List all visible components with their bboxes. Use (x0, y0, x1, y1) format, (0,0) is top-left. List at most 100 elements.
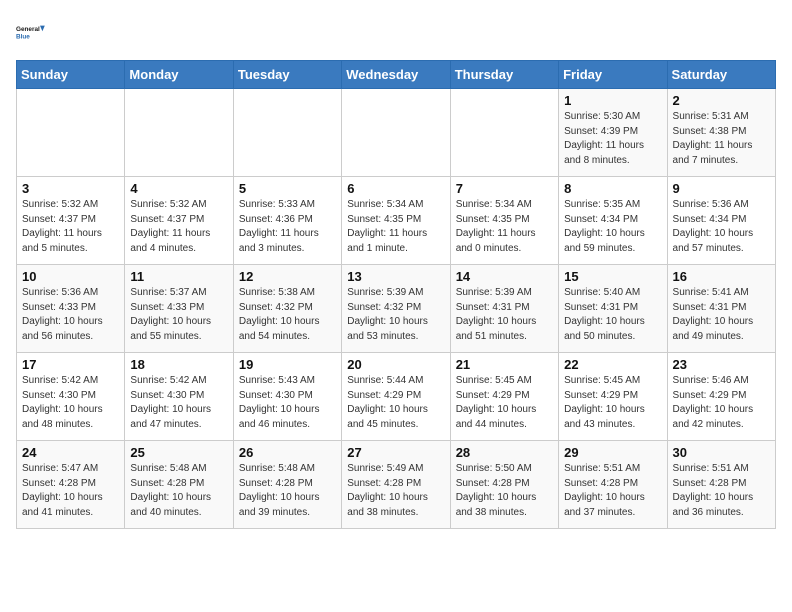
calendar-cell: 28 Sunrise: 5:50 AM Sunset: 4:28 PM Dayli… (450, 441, 558, 529)
day-info: Sunrise: 5:44 AM Sunset: 4:29 PM Dayligh… (347, 374, 444, 432)
day-number: 3 (22, 181, 119, 196)
day-info: Sunrise: 5:48 AM Sunset: 4:28 PM Dayligh… (239, 462, 336, 520)
day-number: 28 (456, 445, 553, 460)
day-info: Sunrise: 5:39 AM Sunset: 4:32 PM Dayligh… (347, 286, 444, 344)
day-number: 13 (347, 269, 444, 284)
weekday-header-row: SundayMondayTuesdayWednesdayThursdayFrid… (17, 61, 776, 89)
svg-text:General: General (16, 26, 40, 33)
day-info: Sunrise: 5:49 AM Sunset: 4:28 PM Dayligh… (347, 462, 444, 520)
day-info: Sunrise: 5:43 AM Sunset: 4:30 PM Dayligh… (239, 374, 336, 432)
day-info: Sunrise: 5:37 AM Sunset: 4:33 PM Dayligh… (130, 286, 227, 344)
calendar-cell: 12 Sunrise: 5:38 AM Sunset: 4:32 PM Dayli… (233, 265, 341, 353)
day-info: Sunrise: 5:50 AM Sunset: 4:28 PM Dayligh… (456, 462, 553, 520)
day-number: 5 (239, 181, 336, 196)
weekday-header-tuesday: Tuesday (233, 61, 341, 89)
day-info: Sunrise: 5:32 AM Sunset: 4:37 PM Dayligh… (22, 198, 119, 256)
day-info: Sunrise: 5:35 AM Sunset: 4:34 PM Dayligh… (564, 198, 661, 256)
day-info: Sunrise: 5:41 AM Sunset: 4:31 PM Dayligh… (673, 286, 770, 344)
day-info: Sunrise: 5:30 AM Sunset: 4:39 PM Dayligh… (564, 110, 661, 168)
day-number: 30 (673, 445, 770, 460)
day-number: 16 (673, 269, 770, 284)
weekday-header-sunday: Sunday (17, 61, 125, 89)
weekday-header-monday: Monday (125, 61, 233, 89)
day-number: 17 (22, 357, 119, 372)
calendar-cell: 3 Sunrise: 5:32 AM Sunset: 4:37 PM Daylig… (17, 177, 125, 265)
day-info: Sunrise: 5:34 AM Sunset: 4:35 PM Dayligh… (347, 198, 444, 256)
calendar-cell: 25Sunrise: 5:48 AM Sunset: 4:28 PM Dayli… (125, 441, 233, 529)
logo: GeneralBlue (16, 16, 48, 48)
day-number: 21 (456, 357, 553, 372)
calendar-cell: 27 Sunrise: 5:49 AM Sunset: 4:28 PM Dayli… (342, 441, 450, 529)
day-info: Sunrise: 5:32 AM Sunset: 4:37 PM Dayligh… (130, 198, 227, 256)
day-number: 1 (564, 93, 661, 108)
weekday-header-saturday: Saturday (667, 61, 775, 89)
day-number: 9 (673, 181, 770, 196)
day-info: Sunrise: 5:42 AM Sunset: 4:30 PM Dayligh… (130, 374, 227, 432)
day-number: 20 (347, 357, 444, 372)
weekday-header-friday: Friday (559, 61, 667, 89)
calendar-cell: 18 Sunrise: 5:42 AM Sunset: 4:30 PM Dayli… (125, 353, 233, 441)
calendar-cell: 5Sunrise: 5:33 AM Sunset: 4:36 PM Daylig… (233, 177, 341, 265)
day-number: 15 (564, 269, 661, 284)
weekday-header-wednesday: Wednesday (342, 61, 450, 89)
day-info: Sunrise: 5:48 AM Sunset: 4:28 PM Dayligh… (130, 462, 227, 520)
day-info: Sunrise: 5:47 AM Sunset: 4:28 PM Dayligh… (22, 462, 119, 520)
calendar-cell: 15Sunrise: 5:40 AM Sunset: 4:31 PM Dayli… (559, 265, 667, 353)
day-number: 10 (22, 269, 119, 284)
calendar-cell: 2 Sunrise: 5:31 AM Sunset: 4:38 PM Daylig… (667, 89, 775, 177)
calendar-week-5: 24 Sunrise: 5:47 AM Sunset: 4:28 PM Dayli… (17, 441, 776, 529)
day-info: Sunrise: 5:36 AM Sunset: 4:34 PM Dayligh… (673, 198, 770, 256)
calendar-cell: 16 Sunrise: 5:41 AM Sunset: 4:31 PM Dayli… (667, 265, 775, 353)
calendar-cell: 21 Sunrise: 5:45 AM Sunset: 4:29 PM Dayli… (450, 353, 558, 441)
day-info: Sunrise: 5:36 AM Sunset: 4:33 PM Dayligh… (22, 286, 119, 344)
calendar-week-4: 17 Sunrise: 5:42 AM Sunset: 4:30 PM Dayli… (17, 353, 776, 441)
day-number: 27 (347, 445, 444, 460)
calendar-cell: 22Sunrise: 5:45 AM Sunset: 4:29 PM Dayli… (559, 353, 667, 441)
calendar-cell: 26 Sunrise: 5:48 AM Sunset: 4:28 PM Dayli… (233, 441, 341, 529)
calendar-cell: 14 Sunrise: 5:39 AM Sunset: 4:31 PM Dayli… (450, 265, 558, 353)
calendar-cell: 7 Sunrise: 5:34 AM Sunset: 4:35 PM Daylig… (450, 177, 558, 265)
calendar-week-2: 3 Sunrise: 5:32 AM Sunset: 4:37 PM Daylig… (17, 177, 776, 265)
calendar-cell: 19 Sunrise: 5:43 AM Sunset: 4:30 PM Dayli… (233, 353, 341, 441)
day-info: Sunrise: 5:38 AM Sunset: 4:32 PM Dayligh… (239, 286, 336, 344)
calendar-cell: 29Sunrise: 5:51 AM Sunset: 4:28 PM Dayli… (559, 441, 667, 529)
calendar-cell: 4 Sunrise: 5:32 AM Sunset: 4:37 PM Daylig… (125, 177, 233, 265)
day-info: Sunrise: 5:51 AM Sunset: 4:28 PM Dayligh… (673, 462, 770, 520)
day-info: Sunrise: 5:34 AM Sunset: 4:35 PM Dayligh… (456, 198, 553, 256)
calendar-cell (17, 89, 125, 177)
calendar-week-3: 10 Sunrise: 5:36 AM Sunset: 4:33 PM Dayli… (17, 265, 776, 353)
day-number: 2 (673, 93, 770, 108)
day-number: 19 (239, 357, 336, 372)
day-number: 7 (456, 181, 553, 196)
calendar-cell: 8 Sunrise: 5:35 AM Sunset: 4:34 PM Daylig… (559, 177, 667, 265)
day-info: Sunrise: 5:45 AM Sunset: 4:29 PM Dayligh… (456, 374, 553, 432)
day-info: Sunrise: 5:31 AM Sunset: 4:38 PM Dayligh… (673, 110, 770, 168)
day-info: Sunrise: 5:45 AM Sunset: 4:29 PM Dayligh… (564, 374, 661, 432)
day-number: 14 (456, 269, 553, 284)
calendar-table: SundayMondayTuesdayWednesdayThursdayFrid… (16, 60, 776, 529)
calendar-cell: 9 Sunrise: 5:36 AM Sunset: 4:34 PM Daylig… (667, 177, 775, 265)
calendar-cell (342, 89, 450, 177)
logo-icon: GeneralBlue (16, 16, 48, 48)
day-number: 8 (564, 181, 661, 196)
calendar-cell (450, 89, 558, 177)
calendar-cell (125, 89, 233, 177)
calendar-cell: 10 Sunrise: 5:36 AM Sunset: 4:33 PM Dayli… (17, 265, 125, 353)
day-info: Sunrise: 5:42 AM Sunset: 4:30 PM Dayligh… (22, 374, 119, 432)
calendar-cell: 6 Sunrise: 5:34 AM Sunset: 4:35 PM Daylig… (342, 177, 450, 265)
day-number: 12 (239, 269, 336, 284)
day-info: Sunrise: 5:39 AM Sunset: 4:31 PM Dayligh… (456, 286, 553, 344)
calendar-week-1: 1 Sunrise: 5:30 AM Sunset: 4:39 PM Daylig… (17, 89, 776, 177)
day-number: 4 (130, 181, 227, 196)
day-number: 24 (22, 445, 119, 460)
day-number: 6 (347, 181, 444, 196)
day-number: 23 (673, 357, 770, 372)
day-number: 18 (130, 357, 227, 372)
svg-text:Blue: Blue (16, 33, 30, 40)
calendar-cell: 24 Sunrise: 5:47 AM Sunset: 4:28 PM Dayli… (17, 441, 125, 529)
calendar-cell: 1 Sunrise: 5:30 AM Sunset: 4:39 PM Daylig… (559, 89, 667, 177)
calendar-cell (233, 89, 341, 177)
calendar-cell: 23Sunrise: 5:46 AM Sunset: 4:29 PM Dayli… (667, 353, 775, 441)
day-number: 26 (239, 445, 336, 460)
page-header: GeneralBlue (16, 16, 776, 48)
